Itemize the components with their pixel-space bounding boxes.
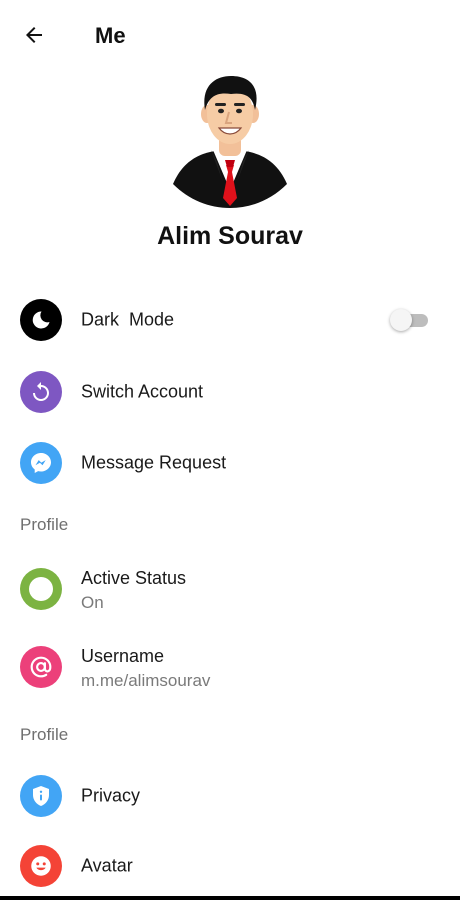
active-status-icon bbox=[29, 577, 53, 601]
profile-avatar[interactable] bbox=[171, 72, 289, 208]
arrow-left-icon bbox=[26, 27, 42, 43]
toggle-thumb bbox=[390, 309, 412, 331]
active-status-value: On bbox=[81, 593, 104, 612]
moon-icon bbox=[32, 311, 50, 329]
privacy-row[interactable]: Privacy bbox=[0, 765, 460, 827]
active-status-icon-circle bbox=[20, 568, 62, 610]
dark-mode-label: Dark Mode bbox=[81, 309, 175, 330]
switch-account-icon bbox=[33, 382, 49, 401]
dark-mode-row[interactable]: Dark Mode bbox=[0, 289, 460, 351]
username-row[interactable]: Username m.me/alimsourav bbox=[0, 636, 460, 698]
shield-icon bbox=[33, 786, 49, 806]
username-icon-circle bbox=[20, 646, 62, 688]
dark-mode-toggle[interactable] bbox=[390, 309, 430, 331]
switch-account-row[interactable]: Switch Account bbox=[0, 361, 460, 423]
active-status-row[interactable]: Active Status On bbox=[0, 558, 460, 620]
username-label: Username bbox=[81, 646, 165, 666]
back-button[interactable] bbox=[14, 18, 54, 52]
message-request-row[interactable]: Message Request bbox=[0, 432, 460, 494]
page-title: Me bbox=[95, 23, 126, 48]
profile-name: Alim Sourav bbox=[157, 222, 303, 250]
at-sign-icon bbox=[30, 656, 52, 678]
switch-account-icon-circle bbox=[20, 371, 62, 413]
me-screen: Me Alim Sourav Dark Mode Switch Account … bbox=[0, 0, 460, 900]
message-request-icon-circle bbox=[20, 442, 62, 484]
privacy-label: Privacy bbox=[81, 785, 141, 806]
privacy-icon-circle bbox=[20, 775, 62, 817]
username-value: m.me/alimsourav bbox=[81, 671, 211, 690]
avatar-label: Avatar bbox=[81, 855, 133, 876]
smiley-icon bbox=[31, 856, 51, 876]
messenger-icon bbox=[31, 453, 51, 473]
switch-account-label: Switch Account bbox=[81, 381, 204, 402]
bottom-edge bbox=[0, 896, 460, 900]
avatar-icon-circle bbox=[20, 845, 62, 887]
dark-mode-icon-circle bbox=[20, 299, 62, 341]
avatar-row[interactable]: Avatar bbox=[0, 835, 460, 897]
active-status-label: Active Status bbox=[81, 568, 187, 588]
section-header-profile: Profile bbox=[20, 515, 69, 534]
section-header-profile-2: Profile bbox=[20, 725, 69, 744]
app-bar: Me bbox=[0, 12, 460, 58]
message-request-label: Message Request bbox=[81, 452, 227, 473]
